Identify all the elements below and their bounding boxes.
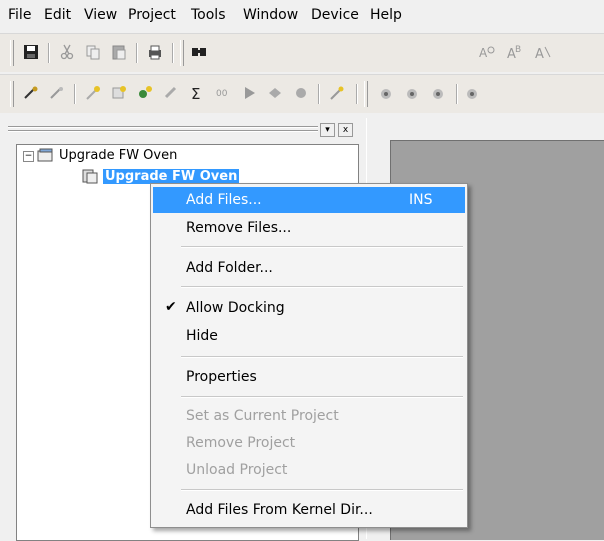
device-disconnect-icon[interactable]	[428, 82, 450, 104]
menu-bar: File Edit View Project Tools Window Devi…	[0, 0, 604, 30]
standard-toolbar: ▼ A AB A	[0, 33, 604, 99]
play-icon[interactable]	[238, 82, 260, 104]
menu-item-add-folder[interactable]: Add Folder...	[153, 255, 465, 281]
svg-text:00: 00	[216, 89, 228, 99]
debug-icon[interactable]	[46, 82, 68, 104]
menu-item-shortcut: INS	[409, 192, 433, 208]
menu-help[interactable]: Help	[370, 7, 402, 23]
sigma-icon[interactable]: Σ	[186, 82, 208, 104]
menu-item-add-files-from-kernel[interactable]: Add Files From Kernel Dir...	[153, 497, 465, 523]
project-icon	[82, 169, 98, 184]
menu-item-remove-files[interactable]: Remove Files...	[153, 215, 465, 241]
rebuild-icon[interactable]	[134, 82, 156, 104]
run-macro-icon[interactable]	[20, 82, 42, 104]
save-icon[interactable]	[20, 41, 42, 63]
find-in-files-icon[interactable]: A	[476, 41, 498, 63]
menu-separator	[181, 356, 463, 358]
device-settings-icon[interactable]	[462, 82, 484, 104]
compile-icon[interactable]	[82, 82, 104, 104]
menu-separator	[181, 396, 463, 398]
paste-icon[interactable]	[108, 41, 130, 63]
menu-edit[interactable]: Edit	[44, 7, 71, 23]
replace-icon[interactable]: AB	[504, 41, 526, 63]
context-menu: Add Files... INS Remove Files... Add Fol…	[150, 183, 468, 528]
panel-pin-button[interactable]: ▾	[320, 123, 335, 137]
tree-node-label: Upgrade FW Oven	[59, 147, 178, 163]
breakpoint-icon[interactable]: 00	[212, 82, 234, 104]
menu-item-label: Remove Project	[186, 435, 296, 451]
menu-window[interactable]: Window	[243, 7, 298, 23]
menu-item-label: Add Files...	[186, 192, 262, 208]
menu-item-hide[interactable]: Hide	[153, 323, 465, 349]
workspace-icon	[37, 148, 53, 162]
find-icon[interactable]	[188, 41, 210, 63]
toolbar-grip[interactable]	[10, 40, 14, 66]
build-icon[interactable]	[108, 82, 130, 104]
device-info-icon[interactable]	[402, 82, 424, 104]
menu-item-label: Set as Current Project	[186, 408, 339, 424]
device-connect-icon[interactable]	[376, 82, 398, 104]
panel-close-button[interactable]: x	[338, 123, 353, 137]
menu-item-label: Unload Project	[186, 462, 288, 478]
menu-item-label: Hide	[186, 328, 218, 344]
cut-icon[interactable]	[56, 41, 78, 63]
print-icon[interactable]	[144, 41, 166, 63]
tree-node-workspace[interactable]: Upgrade FW Oven	[37, 146, 177, 164]
panel-header[interactable]: ▾ x	[4, 118, 366, 138]
menu-item-label: Remove Files...	[186, 220, 292, 236]
menu-separator	[181, 286, 463, 288]
menu-separator	[181, 246, 463, 248]
svg-text:A: A	[535, 47, 544, 61]
stop-icon[interactable]	[290, 82, 312, 104]
menu-item-unload-project[interactable]: Unload Project	[153, 457, 465, 483]
tree-collapse-toggle[interactable]: −	[23, 151, 34, 162]
clean-icon[interactable]	[160, 82, 182, 104]
svg-text:Σ: Σ	[191, 85, 200, 102]
menu-item-label: Add Folder...	[186, 260, 273, 276]
menu-item-allow-docking[interactable]: ✔ Allow Docking	[153, 295, 465, 321]
menu-item-properties[interactable]: Properties	[153, 364, 465, 390]
menu-item-label: Allow Docking	[186, 300, 285, 316]
menu-tools[interactable]: Tools	[191, 7, 226, 23]
step-icon[interactable]	[264, 82, 286, 104]
tree-node-label-selected: Upgrade FW Oven	[103, 168, 240, 184]
menu-item-set-current-project[interactable]: Set as Current Project	[153, 403, 465, 429]
svg-text:A: A	[479, 46, 488, 60]
checkmark-icon: ✔	[165, 299, 177, 315]
menu-item-label: Properties	[186, 369, 257, 385]
find-next-icon[interactable]: A	[532, 41, 554, 63]
copy-icon[interactable]	[82, 41, 104, 63]
menu-device[interactable]: Device	[311, 7, 359, 23]
wand-icon[interactable]	[326, 82, 348, 104]
svg-text:B: B	[515, 45, 521, 55]
menu-file[interactable]: File	[8, 7, 31, 23]
menu-separator	[181, 489, 463, 491]
menu-item-label: Add Files From Kernel Dir...	[186, 502, 373, 518]
menu-project[interactable]: Project	[128, 7, 176, 23]
menu-item-remove-project[interactable]: Remove Project	[153, 430, 465, 456]
menu-item-add-files[interactable]: Add Files... INS	[153, 187, 465, 213]
build-toolbar: Σ 00	[0, 74, 604, 113]
menu-view[interactable]: View	[84, 7, 117, 23]
